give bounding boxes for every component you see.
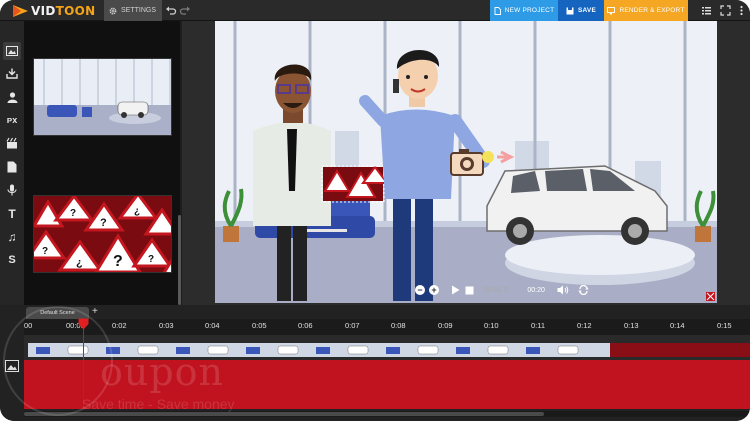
tick-label: 0:13 bbox=[624, 321, 639, 330]
play-icon[interactable] bbox=[451, 285, 460, 295]
music-icon: ♫ bbox=[7, 230, 17, 244]
tool-s[interactable]: S bbox=[3, 251, 21, 269]
tick-label: 0:12 bbox=[577, 321, 592, 330]
settings-button[interactable]: SETTINGS bbox=[104, 0, 162, 21]
tick-label: 0:06 bbox=[298, 321, 313, 330]
timeline-scrollbar-thumb[interactable] bbox=[24, 412, 544, 416]
s-icon: S bbox=[8, 254, 16, 266]
background-image-icon bbox=[6, 46, 18, 56]
logo-play-icon bbox=[13, 4, 28, 17]
tick-label: 0:14 bbox=[670, 321, 685, 330]
svg-text:?: ? bbox=[100, 217, 107, 229]
zoom-in-button[interactable]: + bbox=[429, 285, 439, 295]
warning-signs-background-thumbnail[interactable]: ? ? ¿ ? ¿ ? ? bbox=[33, 195, 172, 273]
save-button[interactable]: SAVE bbox=[558, 0, 604, 21]
text-icon: T bbox=[8, 207, 16, 221]
tool-sidebar: ᴘx T ♫ S bbox=[0, 21, 24, 311]
tick-label: 0:04 bbox=[205, 321, 220, 330]
tick-label: 0:08 bbox=[391, 321, 406, 330]
monitor-icon bbox=[607, 6, 616, 14]
player-controls: − + 00:01.2 00:20 bbox=[415, 282, 589, 298]
new-project-label: NEW PROJECT bbox=[504, 7, 555, 14]
svg-text:?: ? bbox=[148, 254, 154, 265]
new-file-icon bbox=[494, 6, 501, 15]
more-icon[interactable] bbox=[736, 5, 747, 16]
fullscreen-icon[interactable] bbox=[720, 5, 731, 16]
character-icon bbox=[7, 91, 17, 103]
logo-suffix: TOON bbox=[55, 3, 96, 18]
new-project-button[interactable]: NEW PROJECT bbox=[490, 0, 558, 21]
stop-icon[interactable] bbox=[465, 286, 474, 295]
watermark-subtext: Save time - Save money bbox=[82, 396, 235, 412]
tool-import[interactable] bbox=[3, 64, 21, 82]
tool-audio-record[interactable] bbox=[3, 181, 21, 199]
svg-text:?: ? bbox=[42, 246, 48, 257]
svg-text:¿: ¿ bbox=[76, 257, 83, 269]
import-icon bbox=[6, 68, 18, 79]
top-toolbar: VIDTOON SETTINGS NEW PROJECT SAVE RENDER… bbox=[0, 0, 750, 21]
tick-label: 0:10 bbox=[484, 321, 499, 330]
volume-icon[interactable] bbox=[557, 285, 569, 295]
document-icon bbox=[7, 161, 17, 173]
scene-canvas[interactable] bbox=[215, 21, 717, 303]
tick-label: 0:09 bbox=[438, 321, 453, 330]
render-export-button[interactable]: RENDER & EXPORT bbox=[604, 0, 688, 21]
app-logo: VIDTOON bbox=[12, 2, 95, 19]
asset-panel-scrollbar[interactable] bbox=[178, 215, 181, 305]
floppy-icon bbox=[566, 7, 574, 14]
undo-icon[interactable] bbox=[165, 4, 177, 16]
app-window: VIDTOON SETTINGS NEW PROJECT SAVE RENDER… bbox=[0, 0, 750, 421]
logo-prefix: VID bbox=[31, 3, 56, 18]
save-label: SAVE bbox=[577, 7, 597, 14]
watermark-text: oupon bbox=[100, 350, 225, 394]
list-icon[interactable] bbox=[701, 5, 712, 16]
current-time: 00:01.2 bbox=[484, 286, 508, 294]
tool-text[interactable]: T bbox=[3, 205, 21, 223]
svg-text:?: ? bbox=[113, 253, 123, 270]
microphone-icon bbox=[7, 184, 17, 196]
tick-label: 0:05 bbox=[252, 321, 267, 330]
zoom-out-button[interactable]: − bbox=[415, 285, 425, 295]
redo-icon[interactable] bbox=[179, 4, 191, 16]
tool-character[interactable] bbox=[3, 88, 21, 106]
scene-props-icon bbox=[6, 137, 17, 149]
settings-label: SETTINGS bbox=[121, 7, 157, 14]
add-scene-button[interactable]: + bbox=[92, 306, 102, 318]
svg-text:¿: ¿ bbox=[134, 206, 140, 217]
asset-panel: ? ? ¿ ? ¿ ? ? bbox=[24, 21, 180, 306]
tick-label: 0:07 bbox=[345, 321, 360, 330]
resize-handle-icon[interactable] bbox=[706, 292, 715, 301]
props-icon: ᴘx bbox=[6, 115, 18, 125]
timeline-ruler[interactable]: 00 00:01 0:02 0:03 0:04 0:05 0:06 0:07 0… bbox=[24, 319, 750, 335]
gear-icon bbox=[109, 7, 117, 14]
render-export-label: RENDER & EXPORT bbox=[619, 7, 685, 14]
tick-label: 0:03 bbox=[159, 321, 174, 330]
tool-document[interactable] bbox=[3, 158, 21, 176]
showroom-background-thumbnail[interactable] bbox=[33, 58, 172, 136]
tick-label: 0:02 bbox=[112, 321, 127, 330]
tool-music[interactable]: ♫ bbox=[3, 228, 21, 246]
loop-icon[interactable] bbox=[578, 285, 589, 295]
tick-label: 0:11 bbox=[531, 321, 546, 330]
tick-label: 0:15 bbox=[717, 321, 732, 330]
svg-text:?: ? bbox=[70, 208, 76, 219]
tool-background[interactable] bbox=[3, 42, 21, 60]
tool-props[interactable]: ᴘx bbox=[3, 111, 21, 129]
tool-scene-props[interactable] bbox=[3, 134, 21, 152]
total-time: 00:20 bbox=[527, 286, 545, 294]
